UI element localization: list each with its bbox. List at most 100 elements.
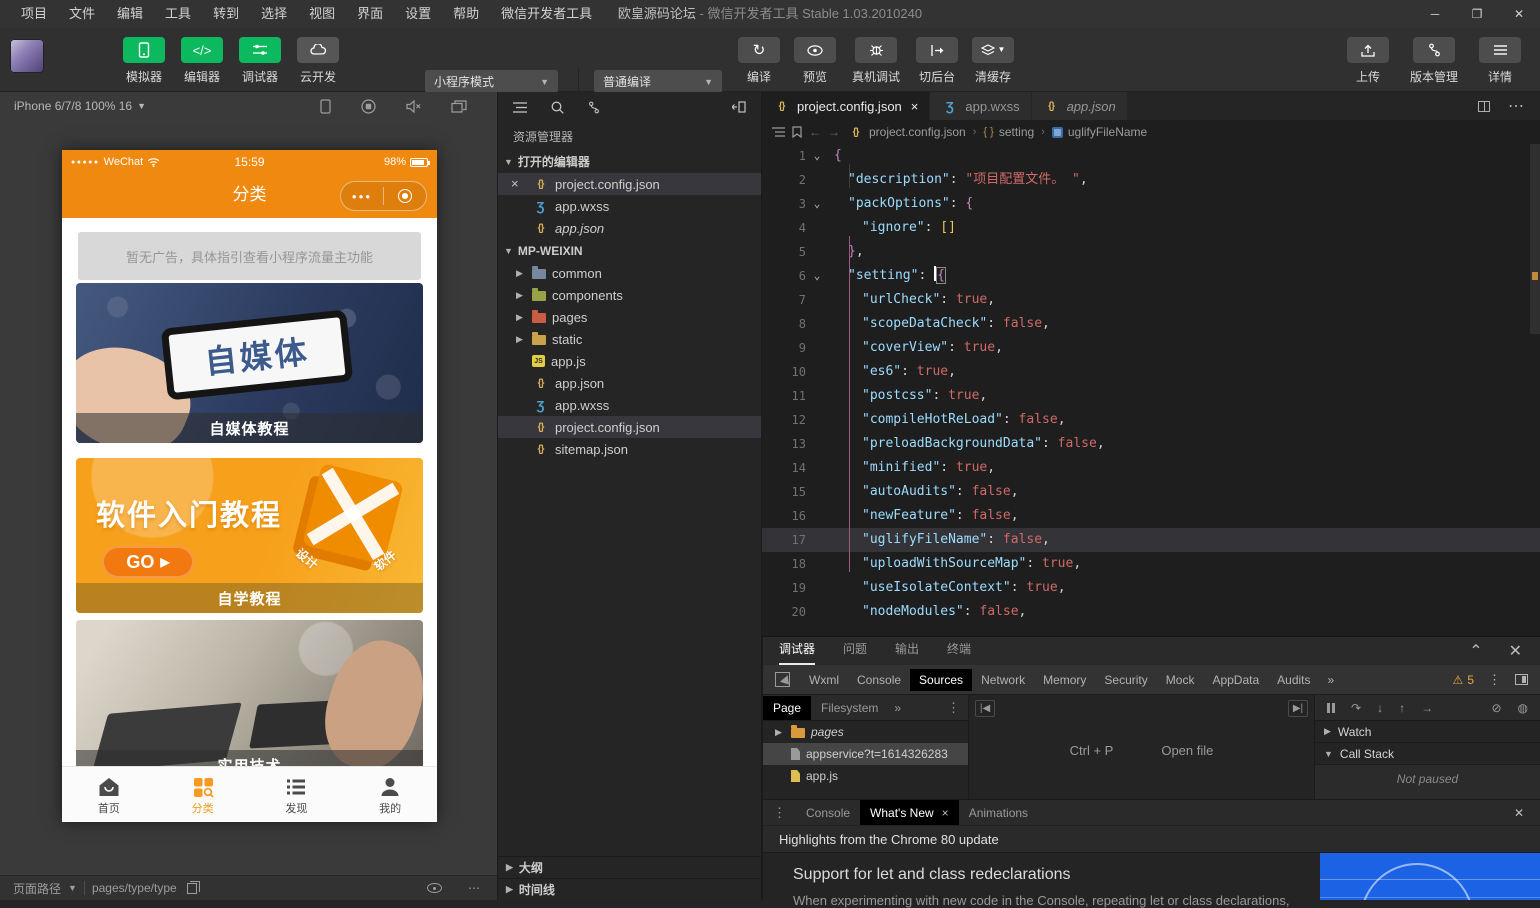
- upload-button[interactable]: 上传: [1342, 37, 1394, 85]
- collapse-panel-icon[interactable]: [732, 101, 746, 113]
- back-icon[interactable]: ←: [809, 125, 821, 139]
- next-file-icon[interactable]: ▶|: [1288, 700, 1308, 717]
- code-line[interactable]: 20 "nodeModules": false,: [762, 600, 1540, 624]
- compile-button[interactable]: ↻ 编译: [733, 37, 785, 85]
- breadcrumb-field[interactable]: uglifyFileName: [1052, 125, 1147, 139]
- devtools-tab[interactable]: Audits: [1268, 669, 1319, 691]
- source-tree-item[interactable]: ▶ appservice?t=1614326283: [763, 743, 968, 765]
- fold-icon[interactable]: ⌄: [806, 264, 828, 288]
- sources-tab-filesystem[interactable]: Filesystem: [811, 696, 888, 720]
- watch-section[interactable]: ▶ Watch: [1315, 721, 1540, 743]
- code-line[interactable]: 8 "scopeDataCheck": false,: [762, 312, 1540, 336]
- device-toolbar-icon[interactable]: [1515, 674, 1528, 685]
- drawer-tab-console[interactable]: Console: [796, 800, 860, 826]
- code-line[interactable]: 16 "newFeature": false,: [762, 504, 1540, 528]
- editor-tab-app-wxss[interactable]: app.wxss: [930, 92, 1031, 120]
- tab-home[interactable]: 首页: [62, 767, 156, 822]
- list-icon[interactable]: [513, 102, 527, 113]
- maximize-button[interactable]: ❐: [1456, 0, 1498, 28]
- editor-toggle-button[interactable]: </> 编辑器: [176, 37, 228, 85]
- user-avatar[interactable]: [10, 39, 44, 73]
- preview-button[interactable]: 预览: [789, 37, 841, 85]
- menu-item[interactable]: 设置: [394, 0, 442, 28]
- menu-item[interactable]: 项目: [10, 0, 58, 28]
- capsule-menu[interactable]: ●●●: [340, 181, 427, 211]
- code-line[interactable]: 19 "useIsolateContext": true,: [762, 576, 1540, 600]
- minimize-button[interactable]: ─: [1414, 0, 1456, 28]
- tab-profile[interactable]: 我的: [343, 767, 437, 822]
- close-button[interactable]: ✕: [1498, 0, 1540, 28]
- devtools-tab[interactable]: Security: [1095, 669, 1156, 691]
- menu-item[interactable]: 界面: [346, 0, 394, 28]
- devtools-tab[interactable]: Sources: [910, 669, 972, 691]
- record-icon[interactable]: [361, 99, 376, 114]
- drawer-tab-animations[interactable]: Animations: [959, 800, 1038, 826]
- more-dots-icon[interactable]: ⋯: [468, 881, 480, 895]
- version-control-button[interactable]: 版本管理: [1402, 37, 1466, 85]
- debugger-tab[interactable]: 终端: [947, 640, 971, 665]
- more-tabs-icon[interactable]: »: [888, 701, 907, 715]
- fold-icon[interactable]: [806, 456, 828, 480]
- pause-icon[interactable]: [1327, 703, 1335, 713]
- kebab-menu-icon[interactable]: ⋮: [763, 805, 796, 821]
- clear-cache-button[interactable]: ▼ 清缓存: [967, 37, 1019, 85]
- device-selector[interactable]: iPhone 6/7/8 100% 16: [14, 99, 132, 113]
- menu-item[interactable]: 微信开发者工具: [490, 0, 603, 28]
- menu-item[interactable]: 视图: [298, 0, 346, 28]
- open-editors-section[interactable]: ▼ 打开的编辑器: [498, 150, 761, 173]
- callstack-section[interactable]: ▼ Call Stack: [1315, 743, 1540, 765]
- remote-debug-button[interactable]: 真机调试: [845, 37, 907, 85]
- tree-item[interactable]: ▶ app.json: [498, 372, 761, 394]
- outline-section[interactable]: ▶大纲: [498, 856, 761, 878]
- go-button[interactable]: GO▶: [102, 546, 194, 578]
- open-file-action[interactable]: Open file: [1161, 743, 1213, 758]
- menu-item[interactable]: 转到: [202, 0, 250, 28]
- code-line[interactable]: 17 "uglifyFileName": false,: [762, 528, 1540, 552]
- project-section[interactable]: ▼ MP-WEIXIN: [498, 239, 761, 262]
- multi-window-icon[interactable]: [451, 100, 467, 113]
- editor-tab-app-json[interactable]: app.json: [1032, 92, 1128, 120]
- branch-icon[interactable]: [588, 101, 600, 114]
- breadcrumb-file[interactable]: project.config.json: [847, 125, 966, 139]
- code-line[interactable]: 10 "es6": true,: [762, 360, 1540, 384]
- code-line[interactable]: 12 "compileHotReLoad": false,: [762, 408, 1540, 432]
- open-editor-item[interactable]: × project.config.json: [498, 173, 761, 195]
- close-icon[interactable]: ×: [511, 176, 519, 191]
- step-over-icon[interactable]: ↷: [1351, 701, 1361, 715]
- fold-icon[interactable]: [806, 384, 828, 408]
- code-line[interactable]: 1 ⌄ {: [762, 144, 1540, 168]
- breadcrumb-object[interactable]: { }setting: [983, 125, 1034, 139]
- code-line[interactable]: 14 "minified": true,: [762, 456, 1540, 480]
- forward-icon[interactable]: →: [828, 125, 840, 139]
- mode-select[interactable]: 小程序模式▼: [425, 70, 558, 93]
- eye-icon[interactable]: [427, 883, 442, 893]
- devtools-tab[interactable]: Memory: [1034, 669, 1095, 691]
- prev-file-icon[interactable]: |◀: [975, 700, 995, 717]
- fold-icon[interactable]: [806, 360, 828, 384]
- fold-icon[interactable]: [806, 216, 828, 240]
- fold-icon[interactable]: [806, 600, 828, 624]
- debugger-tab[interactable]: 问题: [843, 640, 867, 665]
- devtools-tab[interactable]: Console: [848, 669, 910, 691]
- fold-icon[interactable]: [806, 432, 828, 456]
- debugger-tab[interactable]: 输出: [895, 640, 919, 665]
- more-dots-icon[interactable]: ⋯: [1508, 96, 1524, 116]
- close-icon[interactable]: ×: [911, 99, 919, 114]
- step-icon[interactable]: →: [1421, 701, 1433, 715]
- fold-icon[interactable]: [806, 576, 828, 600]
- bookmark-icon[interactable]: [792, 126, 802, 138]
- code-line[interactable]: 13 "preloadBackgroundData": false,: [762, 432, 1540, 456]
- split-editor-icon[interactable]: [1478, 101, 1490, 112]
- code-line[interactable]: 4 "ignore": []: [762, 216, 1540, 240]
- code-line[interactable]: 18 "uploadWithSourceMap": true,: [762, 552, 1540, 576]
- tab-discover[interactable]: 发现: [250, 767, 344, 822]
- category-card-media[interactable]: 自媒体 自媒体教程: [76, 283, 423, 443]
- devtools-tab[interactable]: Wxml: [800, 669, 848, 691]
- kebab-menu-icon[interactable]: ⋮: [1488, 672, 1501, 688]
- warning-badge[interactable]: ⚠5: [1453, 673, 1474, 687]
- code-line[interactable]: 6 ⌄ "setting": {: [762, 264, 1540, 288]
- deactivate-breakpoints-icon[interactable]: ⊘: [1491, 701, 1501, 715]
- debugger-toggle-button[interactable]: 调试器: [234, 37, 286, 85]
- pause-on-exceptions-icon[interactable]: ◍: [1518, 701, 1528, 715]
- rotate-device-icon[interactable]: [320, 99, 331, 114]
